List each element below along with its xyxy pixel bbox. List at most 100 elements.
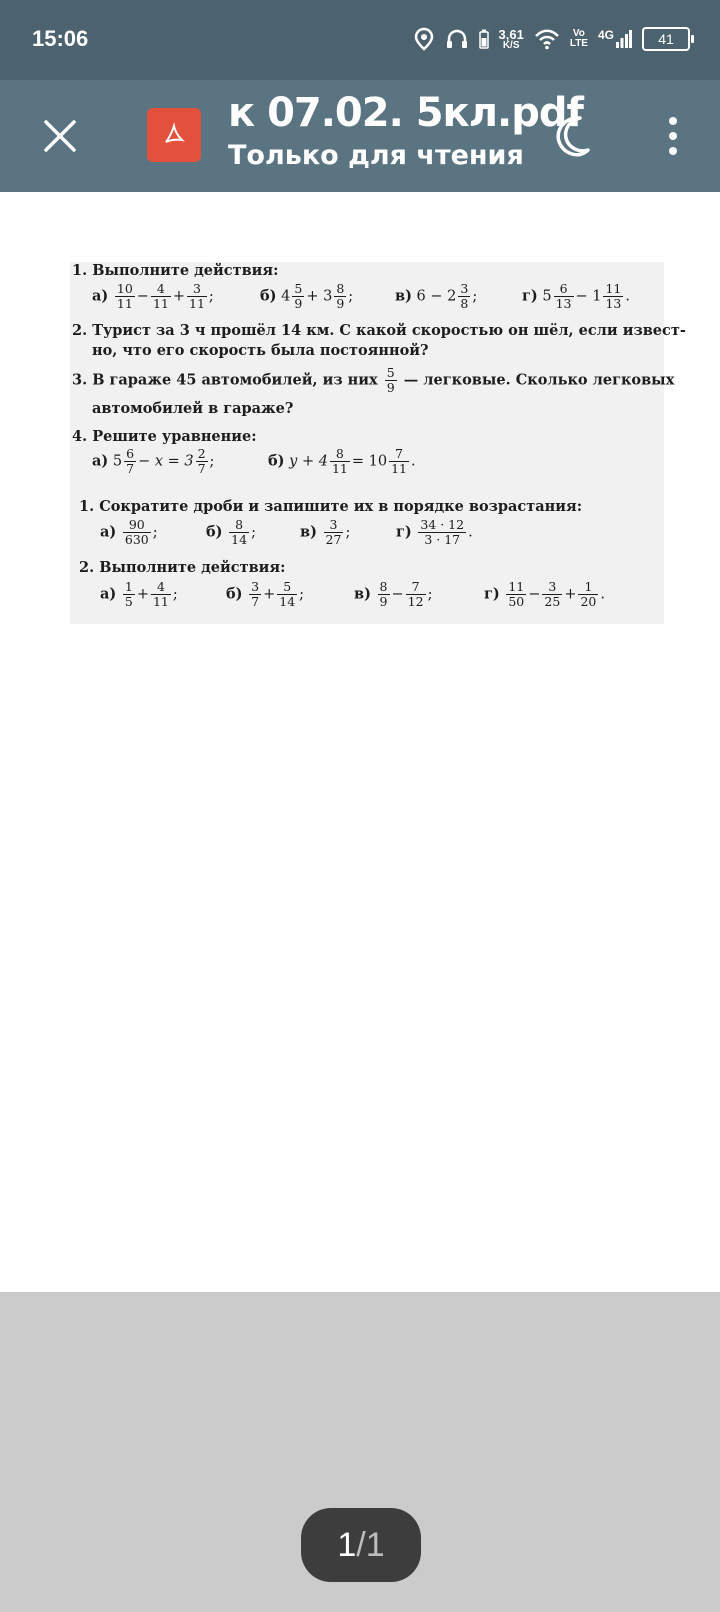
numerator: 6 [553, 282, 574, 297]
task-text: Сократите дроби и запишите их в порядке … [99, 498, 583, 515]
denominator: 11 [116, 296, 133, 311]
section2-task-2b: б) 3 7 +5 14; [226, 580, 304, 609]
numerator: 34 · 12 [418, 517, 467, 533]
operator: − [391, 586, 404, 603]
task-1d: г) 5 6 13− 1 11 13. [522, 282, 630, 311]
punctuation: . [410, 453, 416, 470]
fraction: 4 11 [150, 282, 171, 311]
volte-bottom: LTE [569, 38, 588, 49]
item-label: б) [268, 452, 285, 470]
volte-indicator: Vo LTE [570, 29, 588, 49]
numerator: 5 [277, 580, 298, 595]
battery-icon: 41 [642, 27, 694, 51]
denominator: 50 [508, 594, 525, 609]
task-number: 1. [72, 262, 88, 279]
denominator: 11 [391, 461, 407, 476]
item-label: г) [522, 287, 538, 305]
status-icons: 3,61 K/S Vo LTE 4G 41 [413, 22, 694, 56]
operator: + 3 [306, 288, 333, 305]
page-counter[interactable]: 1/1 [301, 1508, 421, 1582]
item-label: б) [226, 585, 243, 603]
numerator: 5 [292, 281, 305, 297]
read-only-label: Только для чтения [228, 140, 524, 171]
task-4-heading: 4. Решите уравнение: [72, 428, 257, 445]
fraction: 90 630 [122, 518, 151, 547]
fraction: 5 14 [277, 580, 298, 609]
denominator: 11 [152, 296, 169, 311]
whole-part: 4 [281, 288, 291, 305]
denominator: 9 [379, 594, 388, 609]
operator: + [136, 586, 149, 603]
task-text: Решите уравнение: [92, 428, 257, 445]
numerator: 90 [122, 518, 151, 533]
denominator: 27 [325, 532, 342, 547]
task-number: 3. [72, 371, 88, 389]
numerator: 4 [150, 282, 171, 297]
operator: + [263, 586, 276, 603]
punctuation: ; [299, 586, 305, 603]
punctuation: ; [472, 288, 478, 305]
fraction: 3 25 [542, 580, 563, 609]
whole-part: 5 [542, 288, 552, 305]
section2-task-1d: г) 34 · 12 3 · 17. [396, 518, 473, 547]
signal-indicator: 4G [597, 28, 632, 48]
net-speed-unit: K/S [502, 39, 520, 51]
punctuation: ; [348, 288, 354, 305]
denominator: 12 [407, 594, 424, 609]
fraction: 11 13 [603, 282, 624, 311]
numerator: 8 [377, 579, 390, 595]
fraction: 7 12 [405, 580, 426, 609]
night-mode-button[interactable] [550, 110, 600, 160]
fraction: 67 [124, 447, 137, 476]
denominator: 9 [294, 296, 303, 311]
fraction: 10 11 [114, 282, 135, 311]
task-text: Турист за 3 ч прошёл 14 км. С какой скор… [92, 322, 686, 339]
item-label: а) [100, 523, 117, 541]
status-time: 15:06 [32, 26, 89, 51]
task-1c: в) 6 − 2 3 8; [395, 282, 477, 311]
punctuation: . [468, 524, 473, 541]
task-number: 2. [72, 322, 88, 339]
denominator: 7 [251, 594, 260, 609]
denominator: 11 [189, 296, 205, 311]
numerator: 4 [150, 580, 171, 595]
task-1b: б) 4 5 9 + 3 8 9; [260, 282, 353, 311]
punctuation: . [600, 586, 605, 603]
net-speed-value: 3,61 [498, 26, 524, 42]
operator: − [136, 288, 149, 305]
denominator: 25 [544, 594, 561, 609]
fraction: 1 20 [578, 580, 599, 609]
close-button[interactable] [34, 110, 86, 162]
page-separator: / [356, 1525, 366, 1564]
close-icon [44, 120, 76, 152]
fraction: 4 11 [150, 580, 171, 609]
task-3-line-1: 3. В гараже 45 автомобилей, из них 59 — … [72, 366, 674, 395]
task-text: Выполните действия: [99, 559, 286, 576]
fraction: 59 [384, 366, 397, 395]
denominator: 14 [231, 532, 248, 547]
numerator: 1 [122, 579, 135, 595]
fraction: 89 [334, 282, 347, 311]
scanned-worksheet: 1. Выполните действия: а) 10 11−4 11 +3 11; … [70, 262, 686, 624]
fraction: 8 11 [329, 447, 350, 476]
numerator: 11 [506, 579, 527, 595]
document-title: к 07.02. 5кл.pdf [228, 90, 584, 136]
current-page: 1 [337, 1525, 357, 1564]
equation-middle: = 10 [351, 453, 388, 470]
pdf-page[interactable]: 1. Выполните действия: а) 10 11−4 11 +3 11; … [0, 192, 720, 1292]
punctuation: ; [251, 524, 256, 541]
numerator: 7 [389, 447, 409, 462]
punctuation: ; [172, 586, 178, 603]
document-titles: к 07.02. 5кл.pdf Только для чтения [228, 90, 584, 171]
punctuation: ; [208, 288, 214, 305]
numerator: 3 [323, 518, 344, 533]
task-2-line-1: 2. Турист за 3 ч прошёл 14 км. С какой с… [72, 322, 686, 339]
location-icon [414, 27, 433, 51]
fraction: 6 13 [553, 282, 574, 311]
network-type: 4G [597, 28, 614, 42]
item-label: в) [300, 523, 317, 541]
more-options-button[interactable] [660, 112, 686, 160]
denominator: 13 [605, 296, 622, 311]
denominator: 630 [124, 532, 149, 547]
fraction: 37 [249, 580, 262, 609]
